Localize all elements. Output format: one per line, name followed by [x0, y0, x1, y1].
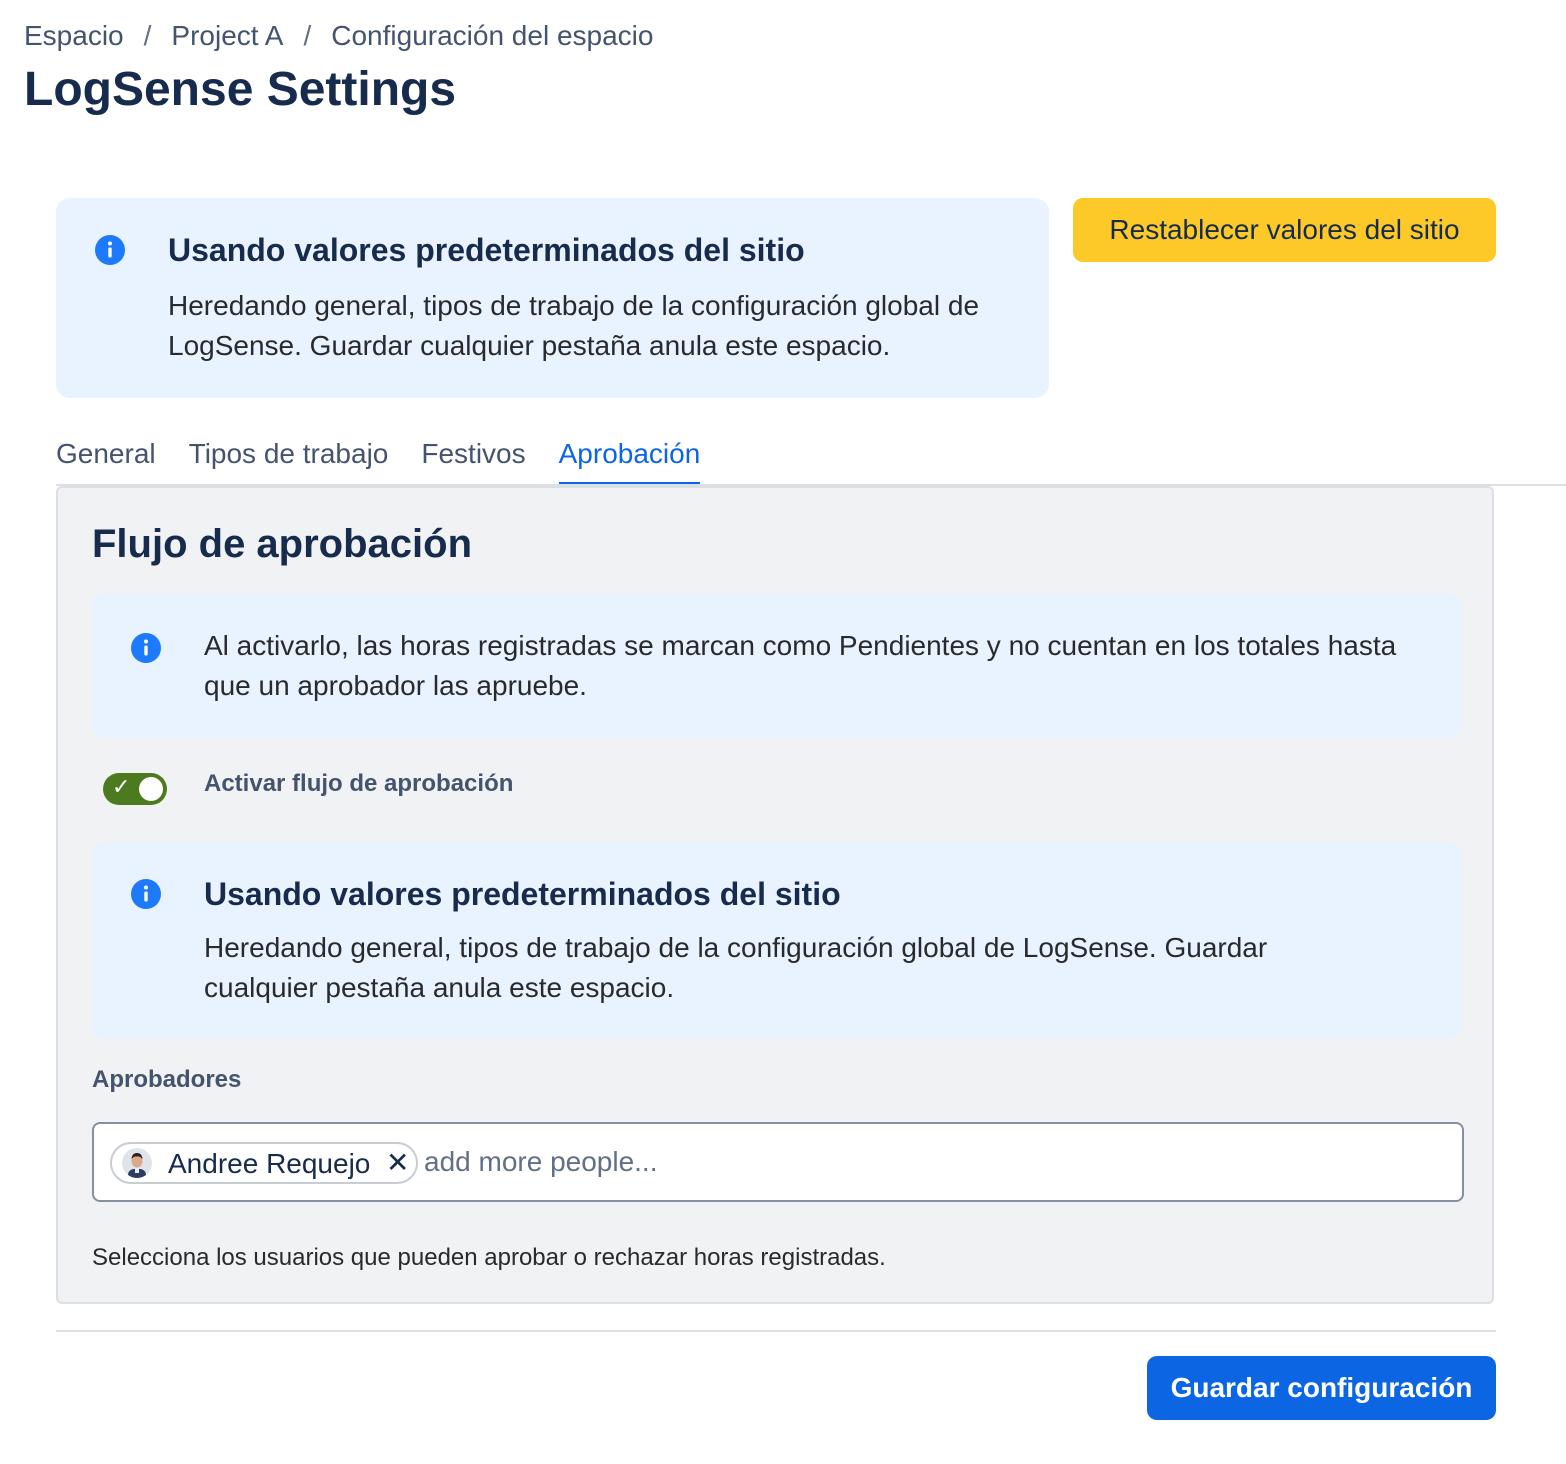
- approval-workflow-toggle[interactable]: ✓: [103, 773, 167, 805]
- save-settings-button[interactable]: Guardar configuración: [1147, 1356, 1496, 1420]
- approver-name: Andree Requejo: [168, 1148, 371, 1179]
- breadcrumb-separator: /: [303, 20, 312, 51]
- breadcrumb-item-espacio[interactable]: Espacio: [24, 20, 124, 52]
- panel-title: Flujo de aprobación: [92, 522, 473, 566]
- site-defaults-notice: Usando valores predeterminados del sitio…: [56, 198, 1049, 398]
- avatar: [122, 1148, 152, 1178]
- approvers-helper-text: Selecciona los usuarios que pueden aprob…: [92, 1244, 886, 1271]
- breadcrumb-separator: /: [143, 20, 152, 51]
- notice-title: Usando valores predeterminados del sitio: [168, 232, 805, 268]
- site-defaults-notice-inner: Usando valores predeterminados del sitio…: [92, 842, 1462, 1038]
- tab-general[interactable]: General: [56, 434, 156, 485]
- reset-site-defaults-button[interactable]: Restablecer valores del sitio: [1073, 198, 1496, 262]
- tab-work-types[interactable]: Tipos de trabajo: [189, 434, 389, 485]
- approver-chip: Andree Requejo ✕: [110, 1142, 418, 1184]
- approval-panel: Flujo de aprobación Al activarlo, las ho…: [56, 486, 1494, 1304]
- info-icon: [131, 633, 161, 663]
- add-people-input[interactable]: [424, 1140, 1024, 1184]
- notice-text: Heredando general, tipos de trabajo de l…: [204, 932, 1268, 1003]
- remove-approver-close-icon[interactable]: ✕: [386, 1146, 409, 1179]
- info-icon: [131, 879, 161, 909]
- check-icon: ✓: [112, 774, 131, 799]
- tab-approval[interactable]: Aprobación: [558, 434, 701, 485]
- toggle-label: Activar flujo de aprobación: [204, 770, 514, 797]
- approvers-label: Aprobadores: [92, 1066, 242, 1093]
- breadcrumb-item-project[interactable]: Project A: [171, 20, 283, 52]
- notice-text: Heredando general, tipos de trabajo de l…: [168, 290, 980, 361]
- breadcrumb: Espacio / Project A / Configuración del …: [24, 20, 653, 52]
- approval-info-text: Al activarlo, las horas registradas se m…: [204, 630, 1397, 701]
- breadcrumb-item-current: Configuración del espacio: [331, 20, 654, 51]
- footer-divider: [56, 1330, 1496, 1332]
- notice-title: Usando valores predeterminados del sitio: [204, 876, 841, 912]
- info-icon: [95, 235, 125, 265]
- toggle-knob: [139, 777, 163, 801]
- tab-holidays[interactable]: Festivos: [421, 434, 525, 485]
- settings-tabs: General Tipos de trabajo Festivos Aproba…: [56, 434, 733, 485]
- page-title: LogSense Settings: [24, 63, 457, 116]
- approval-info-notice: Al activarlo, las horas registradas se m…: [92, 594, 1462, 738]
- approvers-picker[interactable]: Andree Requejo ✕: [92, 1122, 1464, 1202]
